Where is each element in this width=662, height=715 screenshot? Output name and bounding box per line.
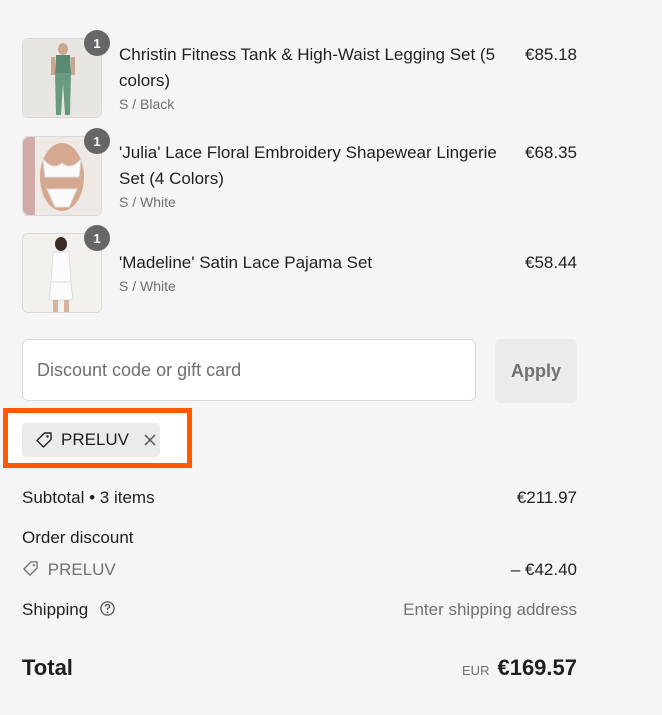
applied-code: PRELUV	[61, 430, 130, 449]
product-image: 1	[22, 128, 110, 216]
shipping-value: Enter shipping address	[403, 600, 577, 619]
product-variant: S / Black	[119, 96, 175, 112]
total-value: €169.57	[497, 655, 577, 680]
product-image: 1	[22, 225, 110, 313]
quantity-badge: 1	[84, 225, 110, 251]
order-discount-label: Order discount	[22, 528, 134, 547]
discount-value: – €42.40	[510, 560, 577, 579]
product-variant: S / White	[119, 278, 176, 294]
cart-item: 1 Christin Fitness Tank & High-Waist Leg…	[22, 30, 577, 118]
discount-form: Apply	[22, 339, 577, 403]
tag-icon	[36, 432, 52, 448]
discount-code-input[interactable]	[22, 339, 476, 401]
product-price: €58.44	[525, 253, 577, 272]
discount-detail-row: PRELUV – €42.40	[22, 560, 577, 580]
product-variant: S / White	[119, 194, 176, 210]
product-price: €68.35	[525, 143, 577, 162]
order-discount-row: Order discount	[22, 528, 577, 548]
tag-icon	[23, 561, 38, 576]
shipping-label: Shipping	[22, 600, 89, 619]
quantity-badge: 1	[84, 30, 110, 56]
remove-discount-icon[interactable]	[143, 433, 157, 447]
subtotal-label: Subtotal • 3 items	[22, 488, 155, 507]
product-name: Christin Fitness Tank & High-Waist Leggi…	[119, 45, 496, 90]
applied-discount-chip: PRELUV	[22, 423, 160, 457]
help-icon[interactable]	[99, 600, 116, 617]
shipping-row: Shipping Enter shipping address	[22, 600, 577, 620]
product-name: 'Madeline' Satin Lace Pajama Set	[119, 253, 373, 272]
product-price: €85.18	[525, 45, 577, 64]
product-name: 'Julia' Lace Floral Embroidery Shapewear…	[119, 143, 497, 188]
discount-code-label: PRELUV	[47, 560, 116, 579]
product-image: 1	[22, 30, 110, 118]
currency-code: EUR	[462, 663, 490, 678]
total-row: Total EUR €169.57	[22, 655, 577, 681]
apply-button[interactable]: Apply	[495, 339, 577, 403]
total-label: Total	[22, 655, 73, 680]
cart-item: 1 'Madeline' Satin Lace Pajama Set S / W…	[22, 225, 577, 313]
quantity-badge: 1	[84, 128, 110, 154]
subtotal-row: Subtotal • 3 items €211.97	[22, 488, 577, 508]
cart-item: 1 'Julia' Lace Floral Embroidery Shapewe…	[22, 128, 577, 216]
subtotal-value: €211.97	[516, 488, 577, 507]
